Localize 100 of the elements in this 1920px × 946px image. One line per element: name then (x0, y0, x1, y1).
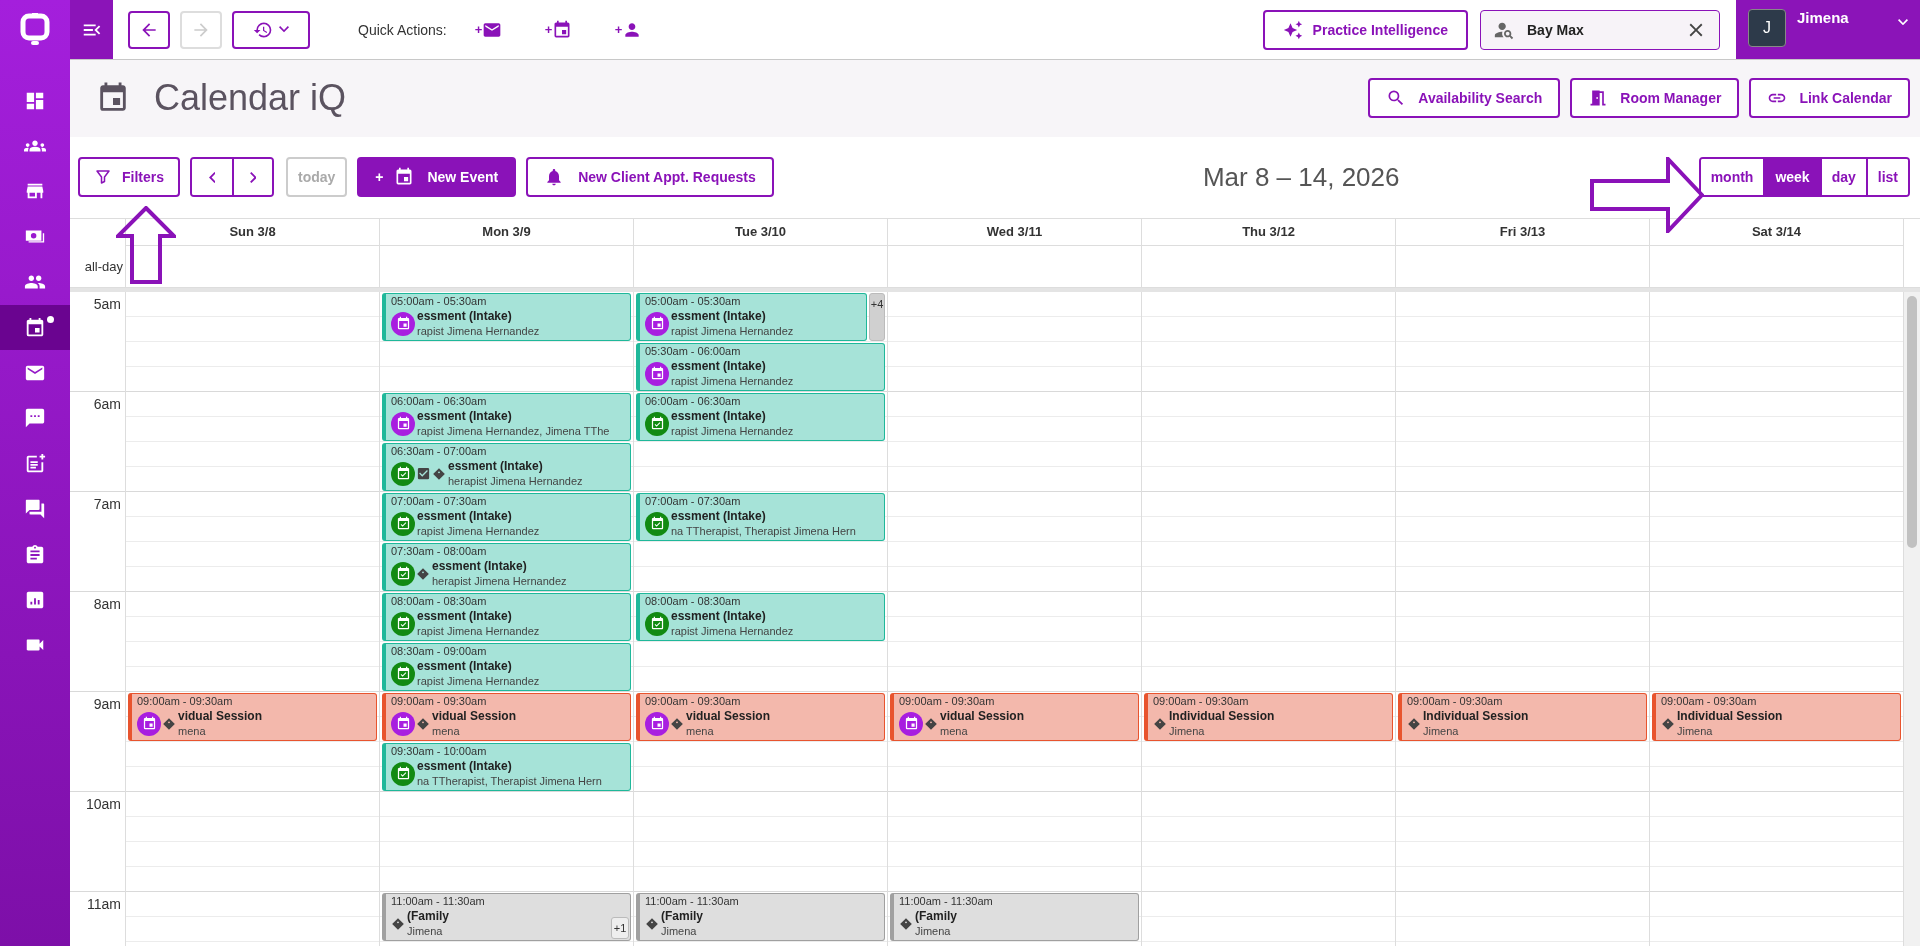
event-status-icon (645, 361, 669, 386)
event-time: 05:00am - 05:30am (645, 294, 742, 309)
event-card[interactable]: 05:30am - 06:00am essment (Intake) rapist Jimena Hernandez (636, 342, 885, 391)
header-action-button[interactable]: Link Calendar (1749, 78, 1910, 119)
search-input[interactable]: Bay Max (1525, 20, 1675, 39)
event-time: 09:00am - 09:30am (899, 694, 996, 709)
event-card[interactable]: 09:00am - 09:30am Individual Session Jimena (1144, 692, 1393, 741)
quick-action-button[interactable]: + (544, 19, 587, 40)
event-card[interactable]: 07:00am - 07:30am essment (Intake) rapist Jimena Hernandez (382, 492, 631, 541)
event-status-icon (391, 311, 415, 336)
event-time: 08:00am - 08:30am (645, 594, 742, 609)
event-card[interactable]: 08:00am - 08:30am essment (Intake) rapist Jimena Hernandez (382, 592, 631, 641)
event-time: 09:00am - 09:30am (391, 694, 488, 709)
scrollbar[interactable] (1903, 291, 1920, 946)
caret-icon (279, 26, 289, 33)
view-tab[interactable]: list (1865, 159, 1908, 196)
day-header: Mon 3/9 (379, 218, 633, 246)
user-menu[interactable]: J Jimena (1736, 0, 1920, 59)
event-title: vidual Session (940, 708, 1025, 725)
event-card[interactable]: 09:30am - 10:00am essment (Intake) na TTherapist, Therapist Jimena Hern (382, 742, 631, 791)
door-icon (1588, 88, 1609, 109)
history-button[interactable] (232, 10, 310, 49)
event-time: 06:30am - 07:00am (391, 444, 488, 459)
tag-icon (432, 466, 446, 481)
event-time: 07:00am - 07:30am (391, 494, 488, 509)
event-title: (Family (407, 908, 449, 925)
event-attendees: rapist Jimena Hernandez, Jimena TThe (417, 424, 610, 439)
event-title: essment (Intake) (671, 358, 766, 375)
page-title: Calendar iQ (154, 77, 348, 120)
event-card[interactable]: 09:00am - 09:30am vidual Session mena (636, 692, 885, 741)
event-card[interactable]: 07:00am - 07:30am essment (Intake) na TTherapist, Therapist Jimena Hern (636, 492, 885, 541)
note-icon (24, 452, 46, 475)
event-title: essment (Intake) (417, 758, 512, 775)
logo[interactable] (20, 13, 50, 47)
event-status-icon (137, 711, 161, 736)
event-title: essment (Intake) (671, 308, 766, 325)
filters-button[interactable]: Filters (78, 157, 180, 198)
event-card[interactable]: 09:00am - 09:30am Individual Session Jimena (1652, 692, 1901, 741)
event-card[interactable]: 09:00am - 09:30am vidual Session mena (128, 692, 377, 741)
hour-label: 11am (87, 895, 121, 912)
chevron-right-icon (249, 171, 257, 183)
event-title: Individual Session (1423, 708, 1529, 725)
event-card[interactable]: 05:00am - 05:30am essment (Intake) rapist Jimena Hernandez (382, 292, 631, 341)
event-time: 06:00am - 06:30am (645, 394, 742, 409)
event-status-icon (645, 711, 669, 736)
event-attendees: Jimena (407, 924, 443, 939)
event-card[interactable]: 06:00am - 06:30am essment (Intake) rapist Jimena Hernandez, Jimena TThe (382, 392, 631, 441)
header-action-button[interactable]: Availability Search (1368, 78, 1561, 119)
event-time: 09:00am - 09:30am (1153, 694, 1250, 709)
event-card[interactable]: 09:00am - 09:30am vidual Session mena (382, 692, 631, 741)
event-attendees: rapist Jimena Hernandez (417, 674, 540, 689)
quick-action-button[interactable]: + (474, 19, 517, 40)
event-card[interactable]: 05:00am - 05:30am essment (Intake) rapist Jimena Hernandez (636, 292, 867, 341)
clipboard-icon (24, 543, 46, 566)
event-status-icon (391, 511, 415, 536)
event-card[interactable]: 09:00am - 09:30am vidual Session mena (890, 692, 1139, 741)
header-action-button[interactable]: Room Manager (1570, 78, 1740, 119)
more-events-badge[interactable]: +4 (869, 292, 885, 341)
event-card[interactable]: 06:30am - 07:00am essment (Intake) herapist Jimena Hernandez (382, 442, 631, 491)
event-card[interactable]: 11:00am - 11:30am (Family Jimena +1 (382, 892, 631, 941)
event-card[interactable]: 08:30am - 09:00am essment (Intake) rapist Jimena Hernandez (382, 642, 631, 691)
checkbox-icon (416, 466, 431, 482)
tag-icon (645, 916, 659, 931)
sidebar-item[interactable] (0, 304, 70, 351)
back-button[interactable] (128, 10, 170, 49)
event-attendees: herapist Jimena Hernandez (448, 474, 583, 489)
day-header: Wed 3/11 (887, 218, 1141, 246)
event-time: 09:00am - 09:30am (1661, 694, 1758, 709)
next-button[interactable] (232, 159, 272, 196)
quick-actions-label: Quick Actions: (358, 21, 447, 38)
client-requests-button[interactable]: New Client Appt. Requests (526, 157, 774, 198)
event-card[interactable]: 07:30am - 08:00am essment (Intake) herapist Jimena Hernandez (382, 542, 631, 591)
event-time: 11:00am - 11:30am (645, 894, 740, 909)
event-title: vidual Session (686, 708, 771, 725)
filter-icon (94, 168, 112, 187)
event-card[interactable]: 11:00am - 11:30am (Family Jimena (636, 892, 885, 941)
event-status-icon (391, 661, 415, 686)
event-attendees: Jimena (661, 924, 697, 939)
event-attendees: mena (686, 724, 714, 739)
event-card[interactable]: 09:00am - 09:30am Individual Session Jimena (1398, 692, 1647, 741)
view-tab[interactable]: week (1763, 159, 1820, 196)
client-search-field[interactable]: Bay Max (1480, 9, 1720, 50)
tag-icon (1407, 716, 1421, 731)
new-event-button[interactable]: + New Event (357, 157, 517, 198)
more-events-badge[interactable]: +1 (611, 916, 629, 939)
quick-action-button[interactable]: + (614, 19, 657, 40)
day-header: Thu 3/12 (1141, 218, 1395, 246)
practice-intelligence-button[interactable]: Practice Intelligence (1262, 9, 1468, 50)
event-status-icon (391, 561, 415, 586)
menu-toggle-button[interactable] (70, 0, 113, 59)
event-card[interactable]: 11:00am - 11:30am (Family Jimena (890, 892, 1139, 941)
event-attendees: na TTherapist, Therapist Jimena Hern (417, 774, 602, 789)
event-card[interactable]: 06:00am - 06:30am essment (Intake) rapist Jimena Hernandez (636, 392, 885, 441)
chart-icon (24, 589, 46, 611)
event-attendees: rapist Jimena Hernandez (671, 374, 794, 389)
event-time: 05:00am - 05:30am (391, 294, 488, 309)
event-attendees: rapist Jimena Hernandez (671, 424, 794, 439)
event-card[interactable]: 08:00am - 08:30am essment (Intake) rapist Jimena Hernandez (636, 592, 885, 641)
event-time: 08:30am - 09:00am (391, 644, 488, 659)
scrollbar-thumb[interactable] (1907, 295, 1917, 548)
